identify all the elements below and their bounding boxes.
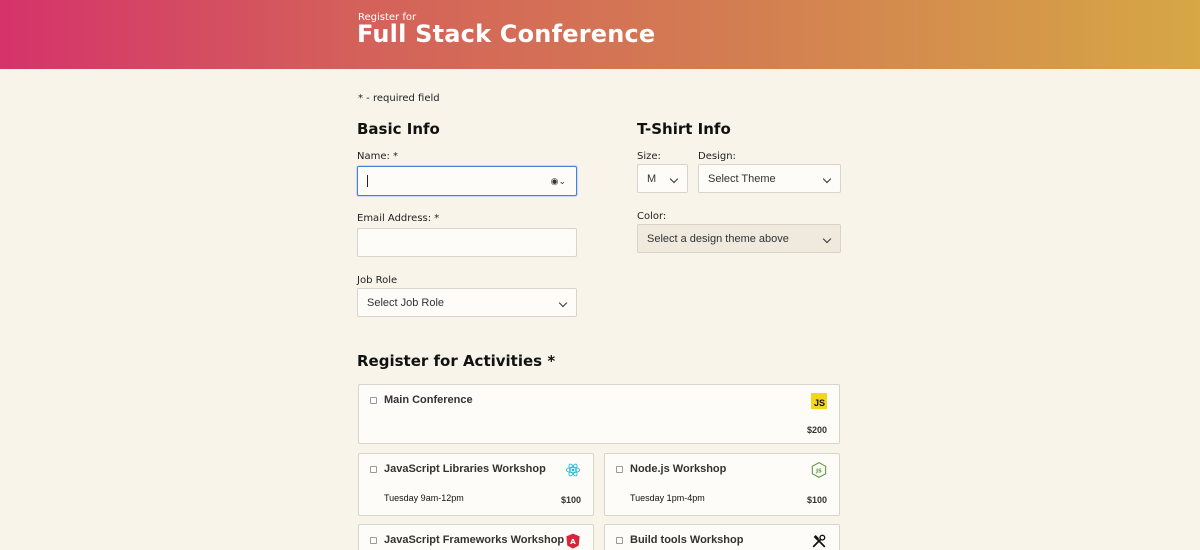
activity-name: Main Conference [384, 394, 473, 406]
job-role-selected: Select Job Role [367, 297, 445, 309]
required-field-note: * - required field [358, 93, 440, 104]
tshirt-info-heading: T-Shirt Info [637, 120, 731, 138]
activity-card-nodejs[interactable]: Node.js Workshop JS Tuesday 1pm-4pm $100 [604, 453, 840, 516]
chevron-down-icon [669, 174, 679, 184]
color-label: Color: [637, 211, 667, 222]
nodejs-icon: JS [811, 462, 827, 478]
activity-checkbox[interactable] [616, 466, 623, 473]
email-label: Email Address: * [357, 213, 440, 224]
activity-name: Node.js Workshop [630, 463, 727, 475]
design-label: Design: [698, 151, 736, 162]
name-label: Name: * [357, 151, 399, 162]
activity-card-js-libraries[interactable]: JavaScript Libraries Workshop Tuesday 9a… [358, 453, 594, 516]
size-selected: M [647, 173, 657, 185]
activity-price: $100 [806, 495, 827, 505]
activity-checkbox[interactable] [370, 537, 377, 544]
page-header: Register for Full Stack Conference [0, 0, 1200, 69]
react-icon [565, 463, 581, 477]
activity-checkbox[interactable] [370, 466, 377, 473]
activity-name: Build tools Workshop [630, 534, 744, 546]
activity-name: JavaScript Libraries Workshop [384, 463, 546, 475]
activity-price: $200 [806, 425, 827, 435]
activity-time: Tuesday 1pm-4pm [630, 493, 705, 503]
angular-icon: A [566, 533, 580, 549]
design-select[interactable]: Select Theme [698, 164, 841, 193]
page-title: Full Stack Conference [357, 20, 656, 48]
tools-icon [812, 534, 826, 548]
name-field[interactable]: ◉⌄ [357, 166, 577, 196]
chevron-down-icon [822, 234, 832, 244]
activity-name: JavaScript Frameworks Workshop [384, 534, 565, 546]
job-role-label: Job Role [357, 275, 398, 286]
svg-text:JS: JS [815, 468, 822, 474]
activity-checkbox[interactable] [370, 397, 377, 404]
activity-card-main-conference[interactable]: Main Conference JS $200 [358, 384, 840, 444]
job-role-select[interactable]: Select Job Role [357, 288, 577, 317]
color-select[interactable]: Select a design theme above [637, 224, 841, 253]
color-selected: Select a design theme above [647, 233, 789, 245]
activities-heading: Register for Activities * [357, 352, 556, 370]
size-select[interactable]: M [637, 164, 688, 193]
activity-time: Tuesday 9am-12pm [384, 493, 464, 503]
chevron-down-icon [822, 174, 832, 184]
design-selected: Select Theme [708, 173, 776, 185]
autofill-key-icon[interactable]: ◉⌄ [551, 176, 566, 187]
svg-text:A: A [570, 537, 576, 546]
activity-card-build-tools[interactable]: Build tools Workshop [604, 524, 840, 550]
text-caret [367, 175, 368, 187]
activity-card-js-frameworks[interactable]: JavaScript Frameworks Workshop A [358, 524, 594, 550]
size-label: Size: [637, 151, 661, 162]
basic-info-heading: Basic Info [357, 120, 440, 138]
activity-price: $100 [560, 495, 581, 505]
activity-checkbox[interactable] [616, 537, 623, 544]
chevron-down-icon [558, 298, 568, 308]
javascript-icon: JS [811, 393, 827, 409]
email-field[interactable] [357, 228, 577, 257]
